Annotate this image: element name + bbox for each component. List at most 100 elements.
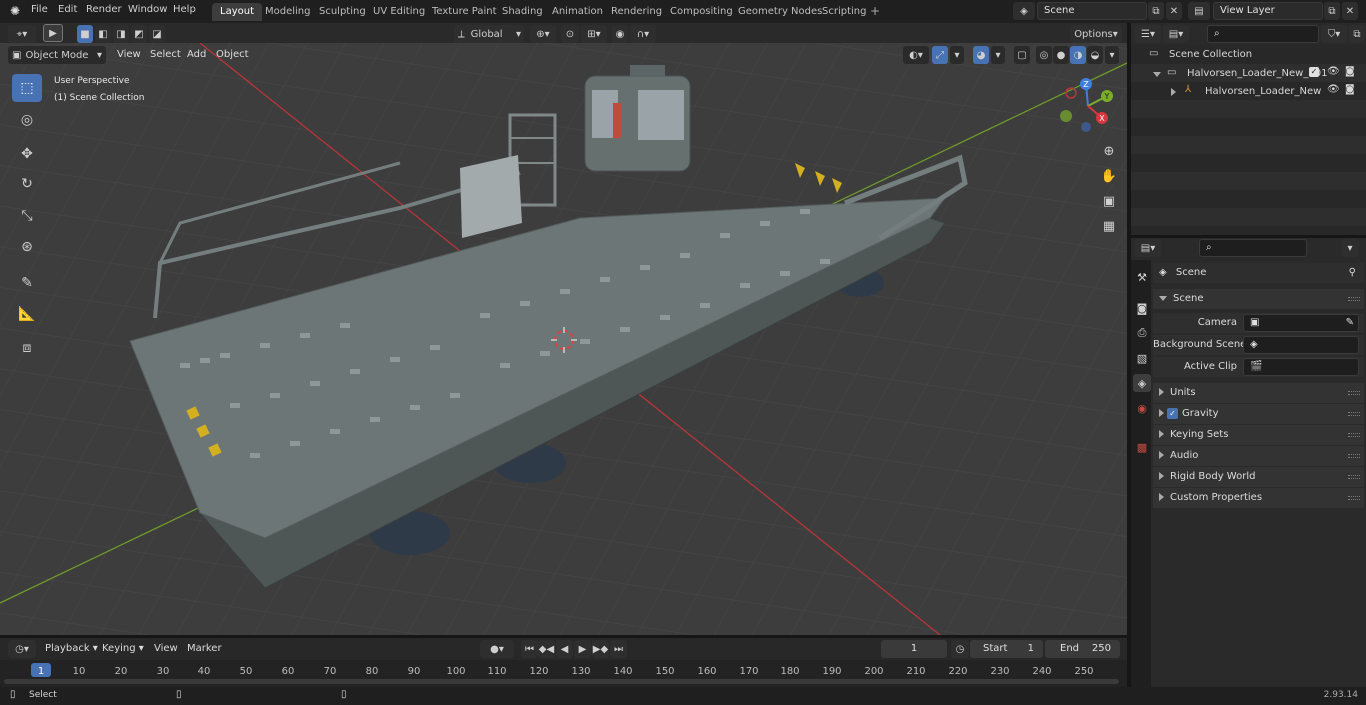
- properties-editor-type-icon[interactable]: ▤▾: [1135, 239, 1161, 257]
- gravity-checkbox[interactable]: ✓: [1167, 407, 1178, 419]
- menu-file[interactable]: File: [31, 4, 48, 15]
- wireframe-shading-icon[interactable]: ◎: [1036, 46, 1052, 64]
- tool-tab-icon[interactable]: ⚒: [1133, 268, 1151, 286]
- timeline-editor-type-icon[interactable]: ◷▾: [8, 640, 36, 658]
- tab-compositing[interactable]: Compositing: [662, 3, 741, 21]
- prev-keyframe-icon[interactable]: ◆◀: [538, 640, 555, 658]
- editor-type-icon[interactable]: ⌖▾: [8, 25, 36, 43]
- chevron-down-icon[interactable]: ▾: [950, 46, 964, 64]
- menu-object[interactable]: Object: [211, 46, 254, 63]
- play-icon[interactable]: ▶: [574, 640, 591, 658]
- select-tool-icon[interactable]: ▶: [43, 24, 63, 42]
- overlays-toggle-icon[interactable]: ◕: [973, 46, 989, 64]
- auto-keying-icon[interactable]: ●▾: [480, 640, 514, 658]
- timeline-scrollbar[interactable]: [4, 679, 1119, 684]
- menu-help[interactable]: Help: [173, 4, 196, 15]
- active-clip-field[interactable]: 🎬: [1243, 358, 1359, 376]
- expand-arrow-icon[interactable]: [1153, 69, 1167, 80]
- pivot-point-icon[interactable]: ⊕▾: [530, 25, 556, 43]
- outliner-row-scene[interactable]: ▭ Scene Collection: [1131, 45, 1366, 63]
- chevron-down-icon[interactable]: ▾: [1341, 239, 1359, 257]
- move-tool-icon[interactable]: ✥: [12, 140, 42, 168]
- drag-handle-icon[interactable]: [1348, 391, 1360, 395]
- options-button[interactable]: Options ▾: [1070, 25, 1122, 43]
- gravity-panel-header[interactable]: ✓ Gravity: [1153, 404, 1364, 424]
- camera-view-icon[interactable]: ▣: [1098, 190, 1120, 212]
- select-new-icon[interactable]: ■: [77, 25, 93, 43]
- material-shading-icon[interactable]: ◑: [1070, 46, 1086, 64]
- chevron-down-icon[interactable]: ▾: [1105, 46, 1119, 64]
- properties-search-input[interactable]: ⌕: [1199, 239, 1307, 257]
- snap-toggle-icon[interactable]: ⊙: [561, 25, 579, 43]
- units-panel-header[interactable]: Units: [1153, 383, 1364, 403]
- camera-field[interactable]: ▣ ✎: [1243, 314, 1359, 332]
- menu-render[interactable]: Render: [86, 4, 122, 15]
- view-layer-icon[interactable]: ▤: [1188, 2, 1210, 20]
- tab-layout[interactable]: Layout: [212, 3, 262, 21]
- view-layer-field[interactable]: View Layer: [1213, 2, 1323, 20]
- background-scene-field[interactable]: ◈: [1243, 336, 1359, 354]
- render-tab-icon[interactable]: ◙: [1133, 299, 1151, 317]
- chevron-down-icon[interactable]: ▾: [991, 46, 1005, 64]
- annotate-tool-icon[interactable]: ✎: [12, 269, 42, 297]
- 3d-viewport[interactable]: User Perspective (1) Scene Collection Z …: [0, 43, 1127, 635]
- mode-dropdown[interactable]: ▣ Object Mode ▾: [8, 46, 106, 64]
- outliner-editor-type-icon[interactable]: ☰▾: [1135, 25, 1161, 43]
- view-layer-tab-icon[interactable]: ▧: [1133, 349, 1151, 367]
- scene-tab-icon[interactable]: ◈: [1133, 374, 1151, 392]
- menu-select[interactable]: Select: [145, 46, 186, 63]
- menu-add[interactable]: Add: [182, 46, 211, 63]
- falloff-icon[interactable]: ∩▾: [630, 25, 656, 43]
- outliner-row-object[interactable]: ⅄ Halvorsen_Loader_New 👁 ◙: [1131, 82, 1366, 100]
- visibility-eye-icon[interactable]: 👁: [1327, 66, 1340, 77]
- stopwatch-icon[interactable]: ◷: [951, 640, 969, 658]
- navigation-gizmo[interactable]: Z Y X: [1058, 76, 1118, 136]
- zoom-icon[interactable]: ⊕: [1098, 140, 1120, 162]
- menu-window[interactable]: Window: [128, 4, 167, 15]
- visibility-eye-icon[interactable]: 👁: [1327, 84, 1340, 95]
- render-camera-icon[interactable]: ◙: [1345, 66, 1355, 77]
- jump-end-icon[interactable]: ⏭: [610, 640, 627, 658]
- scale-tool-icon[interactable]: ⤡: [12, 202, 42, 230]
- current-frame-field[interactable]: 1: [881, 640, 947, 658]
- world-tab-icon[interactable]: ◉: [1133, 399, 1151, 417]
- visibility-filter-icon[interactable]: ◐▾: [903, 46, 929, 64]
- eyedropper-icon[interactable]: ✎: [1346, 315, 1354, 331]
- select-subtract-icon[interactable]: ◨: [113, 25, 129, 43]
- select-extend-icon[interactable]: ◧: [95, 25, 111, 43]
- jump-start-icon[interactable]: ⏮: [521, 640, 538, 658]
- drag-handle-icon[interactable]: [1348, 475, 1360, 479]
- drag-handle-icon[interactable]: [1348, 412, 1360, 416]
- texture-tab-icon[interactable]: ▩: [1133, 438, 1151, 456]
- new-collection-icon[interactable]: ⧉: [1349, 25, 1365, 43]
- transform-tool-icon[interactable]: ⊛: [12, 233, 42, 261]
- display-mode-icon[interactable]: ▤▾: [1163, 25, 1189, 43]
- output-tab-icon[interactable]: ⎙: [1133, 324, 1151, 342]
- add-cube-tool-icon[interactable]: ⧈: [12, 334, 42, 362]
- rigid-body-panel-header[interactable]: Rigid Body World: [1153, 467, 1364, 487]
- drag-handle-icon[interactable]: [1348, 496, 1360, 500]
- tab-scripting[interactable]: Scripting: [814, 3, 874, 21]
- drag-handle-icon[interactable]: [1348, 433, 1360, 437]
- rotate-tool-icon[interactable]: ↻: [12, 170, 42, 198]
- menu-playback[interactable]: Playback ▾: [40, 640, 103, 657]
- gizmo-toggle-icon[interactable]: ⤢: [932, 46, 948, 64]
- exclude-checkbox-icon[interactable]: ✓: [1309, 67, 1319, 77]
- tab-texture-paint[interactable]: Texture Paint: [424, 3, 505, 21]
- snap-settings-icon[interactable]: ⊞▾: [581, 25, 607, 43]
- proportional-edit-icon[interactable]: ◉: [612, 25, 628, 43]
- expand-arrow-icon[interactable]: [1171, 87, 1182, 98]
- cursor-tool-icon[interactable]: ◎: [12, 106, 42, 134]
- menu-keying[interactable]: Keying ▾: [97, 640, 149, 657]
- pan-hand-icon[interactable]: ✋: [1098, 165, 1120, 187]
- scene-section-header[interactable]: Scene: [1153, 289, 1364, 309]
- tab-modeling[interactable]: Modeling: [257, 3, 319, 21]
- rendered-shading-icon[interactable]: ◒: [1087, 46, 1103, 64]
- perspective-toggle-icon[interactable]: ▦: [1098, 215, 1120, 237]
- select-box-tool-icon[interactable]: ⬚: [12, 74, 42, 102]
- keying-sets-panel-header[interactable]: Keying Sets: [1153, 425, 1364, 445]
- tab-animation[interactable]: Animation: [544, 3, 611, 21]
- scene-selector-icon[interactable]: ◈: [1013, 2, 1035, 20]
- pin-icon[interactable]: ⚲: [1349, 263, 1356, 283]
- audio-panel-header[interactable]: Audio: [1153, 446, 1364, 466]
